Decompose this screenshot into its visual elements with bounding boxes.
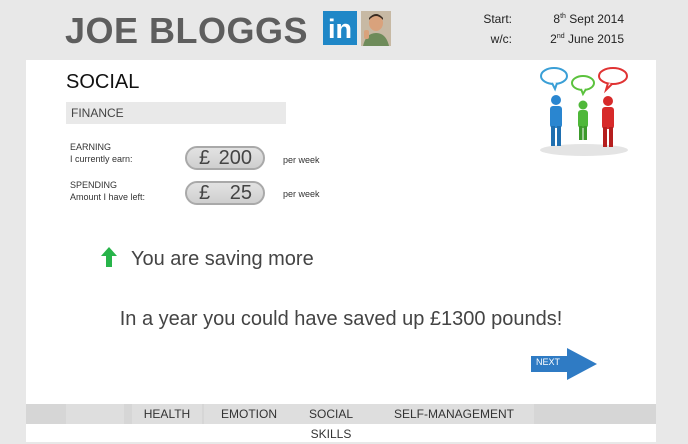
section-header: FINANCE [66,102,286,124]
avatar [361,11,391,46]
earning-period: per week [283,155,320,165]
start-date: 8th Sept 2014 [553,12,624,26]
nav-item-blank[interactable] [66,404,124,424]
main-card: SOCIAL FINANCE EARNING I currently earn:… [26,60,656,442]
wc-label: w/c: [490,32,512,46]
nav-item-health[interactable]: HEALTH [132,404,202,424]
earning-label: EARNING I currently earn: [70,142,133,164]
earning-amount: 200 [218,147,252,169]
spending-amount: 25 [229,182,252,204]
saving-status: You are saving more [131,248,314,270]
spending-input[interactable]: £ 25 [185,181,265,205]
people-chat-icon [540,67,628,156]
spending-period: per week [283,189,320,199]
nav-item-self-management[interactable]: SELF-MANAGEMENT [374,404,534,424]
nav-item-emotion[interactable]: EMOTION [204,404,294,424]
nav-item-social-skills[interactable]: SOCIAL SKILLS [288,404,374,441]
linkedin-icon[interactable]: in [323,11,357,45]
start-label: Start: [483,12,512,26]
page-title: SOCIAL [66,71,140,93]
year-projection: In a year you could have saved up £1300 … [119,308,563,330]
bottom-nav: HEALTH EMOTION SOCIAL SKILLS SELF-MANAGE… [26,404,656,441]
wc-date: 2nd June 2015 [550,32,624,46]
next-button[interactable]: NEXT [531,348,597,380]
spending-label: SPENDING Amount I have left: [70,180,146,202]
user-name: JOE BLOGGS [65,10,309,51]
header: JOE BLOGGS in Start: 8th Sept 2014 w/c: … [0,0,688,60]
arrow-up-icon [101,247,117,267]
currency-symbol: £ [199,147,211,169]
currency-symbol: £ [199,182,211,204]
next-label: NEXT [536,357,561,367]
earning-input[interactable]: £ 200 [185,146,265,170]
